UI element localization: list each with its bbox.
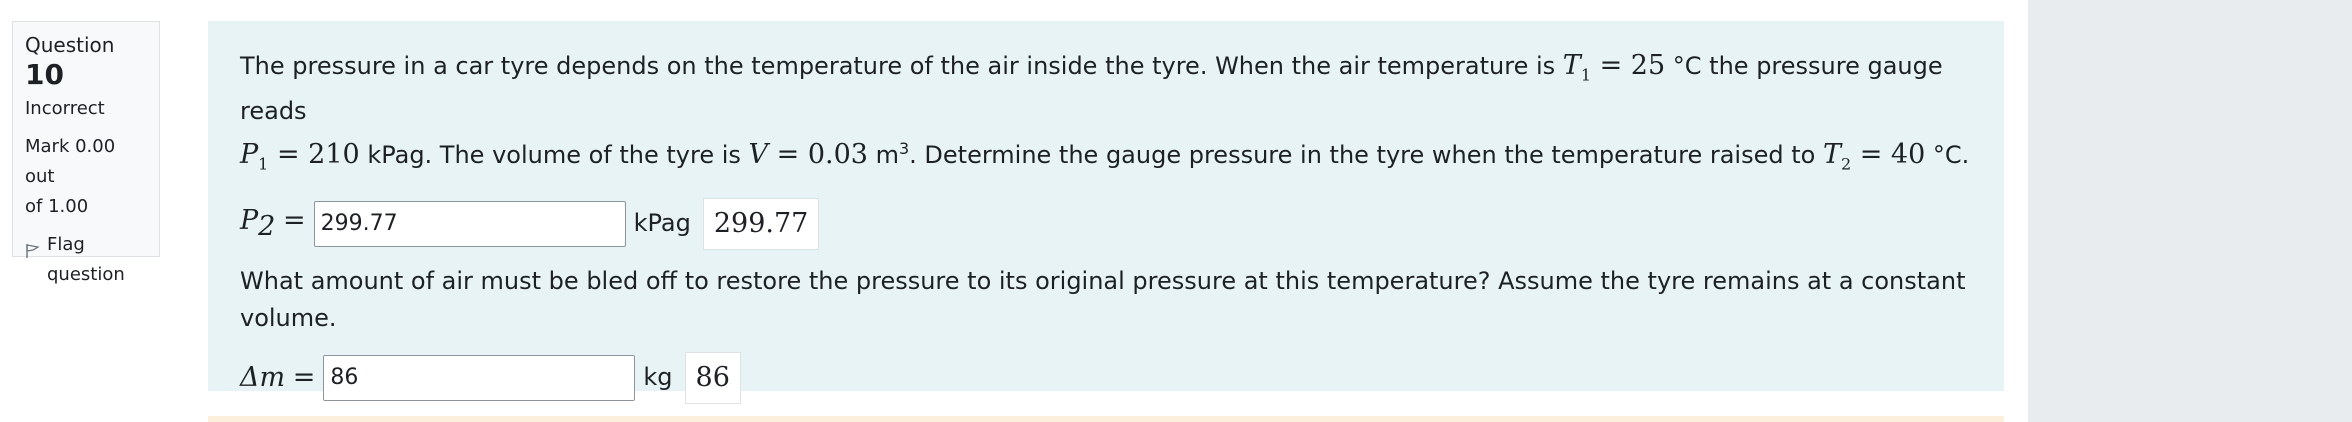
- p2-unit: kPag: [633, 209, 691, 238]
- p1-sub: 1: [258, 154, 269, 174]
- dm-var: Δm: [240, 361, 286, 393]
- p2-answer-display: 299.77: [702, 197, 820, 250]
- question-label: Question: [25, 33, 115, 57]
- p2-equals: =: [283, 205, 306, 237]
- answer-row-p2: P2 = kPag 299.77: [240, 197, 1972, 250]
- t2-var: T: [1822, 139, 1841, 171]
- v-unit-exponent: 3: [898, 139, 910, 159]
- question-info-panel: Question 10 Incorrect Mark 0.00 out of 1…: [12, 21, 160, 285]
- grade-line-2: of 1.00: [25, 196, 89, 217]
- v-unit: m: [867, 141, 899, 170]
- v-variable: V: [748, 139, 769, 171]
- p1-value: = 210: [268, 139, 360, 171]
- question-text-part: The pressure in a car tyre depends on th…: [240, 52, 1563, 80]
- flag-question-link[interactable]: Flag question: [25, 230, 147, 290]
- flag-icon: [25, 239, 41, 258]
- question-text: The pressure in a car tyre depends on th…: [240, 47, 1972, 183]
- right-side-panel: [2028, 0, 2352, 422]
- dm-answer-input[interactable]: [323, 354, 636, 401]
- p1-variable: P1: [240, 139, 268, 173]
- question-text-part-2: . Determine the gauge pressure in the ty…: [909, 141, 1823, 170]
- question-formulation: The pressure in a car tyre depends on th…: [208, 21, 2004, 404]
- v-value: = 0.03: [768, 139, 868, 171]
- question-number-value: 10: [25, 58, 64, 91]
- flag-label-line-1: Flag: [47, 234, 85, 255]
- p1-var: P: [240, 139, 259, 171]
- t1-sub: 1: [1580, 65, 1591, 85]
- dm-label: Δm =: [240, 359, 315, 397]
- t1-value: = 25: [1591, 50, 1666, 81]
- grade-line-1: Mark 0.00 out: [25, 136, 116, 187]
- t1-variable: T1: [1562, 50, 1591, 85]
- answer-row-dm: Δm = kg 86: [240, 351, 1972, 404]
- part2-question-text: What amount of air must be bled off to r…: [240, 266, 1966, 332]
- question-state: Incorrect: [25, 98, 105, 119]
- p1-unit: kPag. The volume of the tyre is: [359, 141, 749, 170]
- dm-equals: =: [292, 361, 316, 393]
- p2-answer-input[interactable]: [313, 200, 626, 247]
- feedback-strip: [208, 416, 2004, 422]
- flag-label-line-2: question: [47, 264, 125, 285]
- question-grade: Mark 0.00 out of 1.00: [25, 132, 147, 222]
- question-number: Question 10: [25, 30, 147, 90]
- t2-unit: °C.: [1925, 141, 1970, 170]
- p2-label: P2 =: [240, 202, 306, 245]
- p2-var: P: [240, 205, 259, 237]
- dm-answer-display: 86: [684, 351, 741, 404]
- dm-unit: kg: [643, 363, 673, 392]
- p2-sub: 2: [258, 211, 276, 243]
- t2-variable: T2: [1822, 139, 1851, 173]
- t2-sub: 2: [1840, 154, 1852, 174]
- t1-var: T: [1562, 50, 1581, 81]
- t2-value: = 40: [1851, 139, 1926, 171]
